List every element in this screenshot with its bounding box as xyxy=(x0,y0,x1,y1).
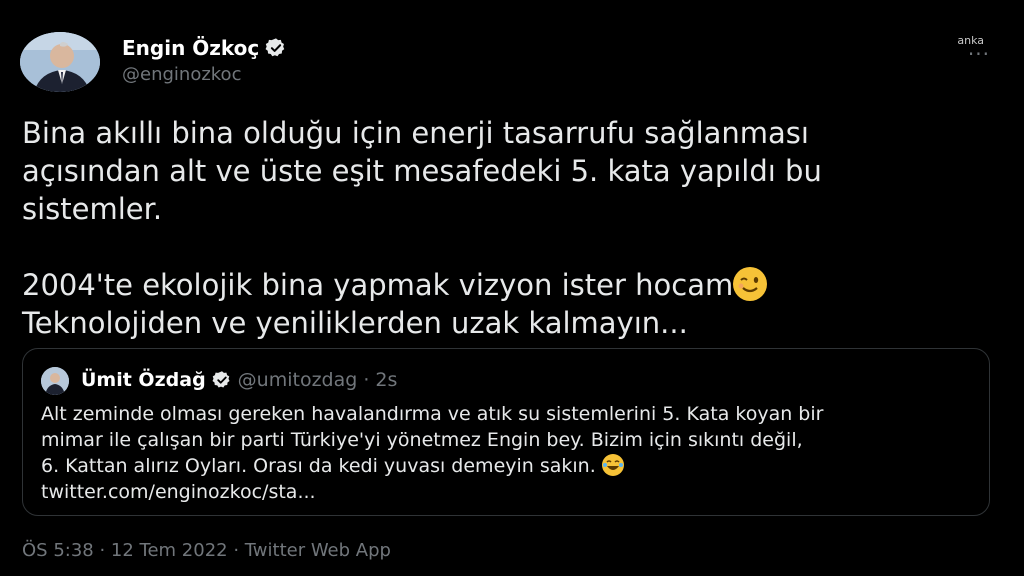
author-avatar[interactable] xyxy=(20,32,100,92)
quoted-tweet-card[interactable]: Ümit Özdağ @umitozdag · 2s Alt zeminde o… xyxy=(22,348,990,516)
quoted-line: mimar ile çalışan bir parti Türkiye'yi y… xyxy=(41,429,803,451)
quoted-link[interactable]: twitter.com/enginozkoc/sta... xyxy=(41,479,971,505)
tweet-line: sistemler. xyxy=(22,192,163,226)
verified-badge-icon xyxy=(212,371,230,388)
verified-badge-icon xyxy=(265,38,285,57)
tweet-line: Teknolojiden ve yeniliklerden uzak kalma… xyxy=(22,306,688,340)
quoted-tweet-header: Ümit Özdağ @umitozdag · 2s xyxy=(81,369,397,391)
more-icon[interactable]: ··· xyxy=(968,42,990,66)
tweet-line: açısından alt ve üste eşit mesafedeki 5.… xyxy=(22,154,822,188)
tweet-metadata[interactable]: ÖS 5:38 · 12 Tem 2022 · Twitter Web App xyxy=(22,540,391,561)
tweet-line-with-emoji: 2004'te ekolojik bina yapmak vizyon iste… xyxy=(22,266,1002,304)
quoted-line-with-emoji: 6. Kattan alırız Oyları. Orası da kedi y… xyxy=(41,453,971,479)
quoted-line: 6. Kattan alırız Oyları. Orası da kedi y… xyxy=(41,455,596,477)
quoted-tweet-text: Alt zeminde olması gereken havalandırma … xyxy=(41,401,971,505)
quoted-author-handle[interactable]: @umitozdag xyxy=(238,369,358,391)
tweet-line: Bina akıllı bina olduğu için enerji tasa… xyxy=(22,116,809,150)
author-name[interactable]: Engin Özkoç xyxy=(122,36,259,60)
separator-dot: · xyxy=(363,369,370,391)
wink-emoji-icon xyxy=(733,267,768,301)
laughing-tears-emoji-icon xyxy=(601,454,624,476)
quoted-line: Alt zeminde olması gereken havalandırma … xyxy=(41,403,824,425)
quoted-author-avatar[interactable] xyxy=(41,367,69,395)
quoted-tweet-time[interactable]: 2s xyxy=(375,369,397,391)
author-name-row[interactable]: Engin Özkoç xyxy=(122,36,287,60)
tweet-line: 2004'te ekolojik bina yapmak vizyon iste… xyxy=(22,268,734,302)
tweet-text: Bina akıllı bina olduğu için enerji tasa… xyxy=(22,114,1002,342)
quoted-author-name[interactable]: Ümit Özdağ xyxy=(81,369,206,391)
author-handle[interactable]: @enginozkoc xyxy=(122,64,241,85)
